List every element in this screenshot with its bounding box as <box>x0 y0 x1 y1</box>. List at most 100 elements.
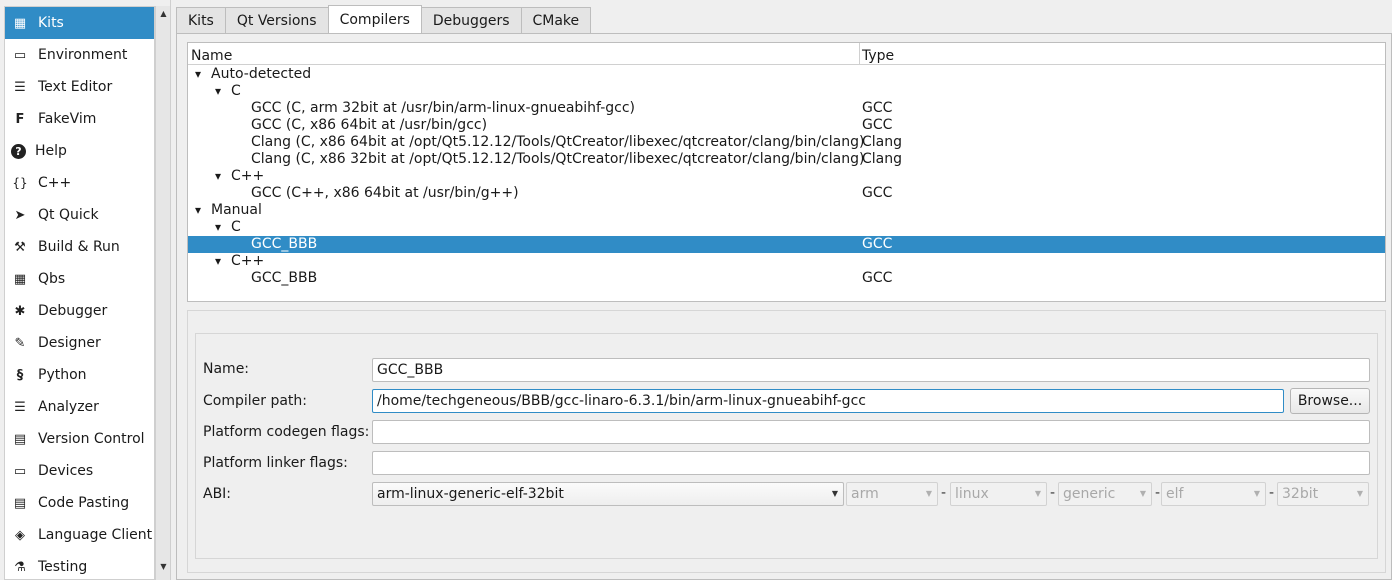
sidebar-item-designer[interactable]: ✎ Designer <box>5 327 154 359</box>
tree-row-name: GCC_BBB <box>251 236 318 252</box>
language-client-icon: ◈ <box>15 527 25 543</box>
tree-group-row[interactable]: ▾ C++ <box>188 253 1385 270</box>
help-icon: ? <box>11 143 26 159</box>
chevron-down-icon: ▼ <box>925 489 932 498</box>
tree-row-name: GCC (C, arm 32bit at /usr/bin/arm-linux-… <box>251 100 636 116</box>
tree-row-type: Clang <box>862 134 903 150</box>
sidebar-item-c[interactable]: {} C++ <box>5 167 154 199</box>
tree-group-row[interactable]: ▾ Auto-detected <box>188 66 1385 83</box>
tree-row-name: C++ <box>231 168 265 184</box>
tab-debuggers[interactable]: Debuggers <box>420 7 522 33</box>
tab-cmake[interactable]: CMake <box>520 7 592 33</box>
tree-row-name: GCC (C, x86 64bit at /usr/bin/gcc) <box>251 117 488 133</box>
flask-icon: ⚗ <box>14 559 26 575</box>
chevron-down-icon: ▼ <box>1139 489 1146 498</box>
sidebar-item-language-client[interactable]: ◈ Language Client <box>5 519 154 551</box>
tree-compiler-row[interactable]: GCC (C, x86 64bit at /usr/bin/gcc) GCC <box>188 117 1385 134</box>
sidebar-item-label: Qt Quick <box>38 207 99 223</box>
settings-category-list[interactable]: ▦ Kits ▭ Environment ☰ Text Editor F FakeVim? He… <box>4 6 155 580</box>
tree-group-row[interactable]: ▾ Manual <box>188 202 1385 219</box>
codegen-flags-label: Platform codegen flags: <box>203 424 370 440</box>
linker-flags-field[interactable] <box>372 451 1370 475</box>
scroll-up-icon[interactable]: ▲ <box>156 6 171 21</box>
tree-compiler-row[interactable]: GCC (C, arm 32bit at /usr/bin/arm-linux-… <box>188 100 1385 117</box>
linker-flags-label: Platform linker flags: <box>203 455 348 471</box>
codegen-flags-field[interactable] <box>372 420 1370 444</box>
tree-row-name: C <box>231 219 241 235</box>
tree-row-name: GCC_BBB <box>251 270 318 286</box>
abi-part-value: arm <box>851 486 879 502</box>
abi-combo[interactable]: arm-linux-generic-elf-32bit ▼ <box>372 482 844 506</box>
compilers-tree[interactable]: Name Type ▾ Auto-detected ▾ C GCC (C, arm 32… <box>187 42 1386 302</box>
browse-button[interactable]: Browse... <box>1290 388 1370 414</box>
tab-kits[interactable]: Kits <box>176 7 226 33</box>
tree-compiler-row[interactable]: GCC_BBB GCC <box>188 236 1385 253</box>
tree-compiler-row[interactable]: Clang (C, x86 32bit at /opt/Qt5.12.12/To… <box>188 151 1385 168</box>
sidebar-item-devices[interactable]: ▭ Devices <box>5 455 154 487</box>
sidebar-item-label: Python <box>38 367 87 383</box>
expand-arrow-icon[interactable]: ▾ <box>212 253 224 270</box>
sidebar-item-kits[interactable]: ▦ Kits <box>5 7 154 39</box>
expand-arrow-icon[interactable]: ▾ <box>192 66 204 83</box>
sidebar-item-fakevim[interactable]: F FakeVim <box>5 103 154 135</box>
version-control-icon: ▤ <box>13 431 27 447</box>
tree-row-type: GCC <box>862 270 893 286</box>
sidebar-item-build-run[interactable]: ⚒ Build & Run <box>5 231 154 263</box>
tab-qt-versions[interactable]: Qt Versions <box>224 7 329 33</box>
tree-compiler-row[interactable]: Clang (C, x86 64bit at /opt/Qt5.12.12/To… <box>188 134 1385 151</box>
sidebar-item-help[interactable]: ? Help <box>5 135 154 167</box>
sidebar-item-testing[interactable]: ⚗ Testing <box>5 551 154 579</box>
sidebar-item-label: Devices <box>38 463 94 479</box>
python-icon: § <box>16 367 24 383</box>
sidebar-item-label: Build & Run <box>38 239 120 255</box>
abi-part-combo-3[interactable]: elf ▼ <box>1161 482 1266 506</box>
abi-part-combo-4[interactable]: 32bit ▼ <box>1277 482 1369 506</box>
abi-separator: - <box>941 485 947 501</box>
sidebar-item-text-editor[interactable]: ☰ Text Editor <box>5 71 154 103</box>
tree-group-row[interactable]: ▾ C++ <box>188 168 1385 185</box>
expand-arrow-icon[interactable]: ▾ <box>192 202 204 219</box>
sidebar-item-analyzer[interactable]: ☰ Analyzer <box>5 391 154 423</box>
analyzer-icon: ☰ <box>14 399 26 415</box>
abi-part-combo-0[interactable]: arm ▼ <box>846 482 938 506</box>
sidebar-item-debugger[interactable]: ✱ Debugger <box>5 295 154 327</box>
chevron-down-icon: ▼ <box>831 489 838 498</box>
sidebar-item-label: Version Control <box>38 431 145 447</box>
column-header-type[interactable]: Type <box>859 43 894 65</box>
pencil-icon: ✎ <box>14 335 26 351</box>
sidebar-scrollbar[interactable]: ▲ ▼ <box>155 6 170 580</box>
chevron-down-icon: ▼ <box>1356 489 1363 498</box>
tree-row-name: Clang (C, x86 64bit at /opt/Qt5.12.12/To… <box>251 134 865 150</box>
sidebar-item-version-control[interactable]: ▤ Version Control <box>5 423 154 455</box>
column-header-name[interactable]: Name <box>188 43 232 65</box>
tree-row-type: Clang <box>862 151 903 167</box>
scroll-down-icon[interactable]: ▼ <box>156 559 171 574</box>
qt-quick-icon: ➤ <box>14 207 26 223</box>
expand-arrow-icon[interactable]: ▾ <box>212 168 224 185</box>
abi-part-combo-1[interactable]: linux ▼ <box>950 482 1047 506</box>
sidebar-item-label: Qbs <box>38 271 66 287</box>
abi-part-value: linux <box>955 486 989 502</box>
abi-label: ABI: <box>203 486 232 502</box>
sidebar-item-label: Designer <box>38 335 101 351</box>
sidebar-item-code-pasting[interactable]: ▤ Code Pasting <box>5 487 154 519</box>
sidebar-item-qbs[interactable]: ▦ Qbs <box>5 263 154 295</box>
name-field[interactable]: GCC_BBB <box>372 358 1370 382</box>
sidebar-item-qt-quick[interactable]: ➤ Qt Quick <box>5 199 154 231</box>
abi-separator: - <box>1050 485 1056 501</box>
tree-row-name: Manual <box>211 202 262 218</box>
tree-compiler-row[interactable]: GCC (C++, x86 64bit at /usr/bin/g++) GCC <box>188 185 1385 202</box>
expand-arrow-icon[interactable]: ▾ <box>212 219 224 236</box>
sidebar-item-python[interactable]: § Python <box>5 359 154 391</box>
compiler-path-field[interactable]: /home/techgeneous/BBB/gcc-linaro-6.3.1/b… <box>372 389 1284 413</box>
tree-group-row[interactable]: ▾ C <box>188 219 1385 236</box>
abi-part-combo-2[interactable]: generic ▼ <box>1058 482 1152 506</box>
tree-compiler-row[interactable]: GCC_BBB GCC <box>188 270 1385 287</box>
tree-group-row[interactable]: ▾ C <box>188 83 1385 100</box>
clipboard-icon: ▤ <box>13 495 27 511</box>
tree-row-name: Auto-detected <box>211 66 312 82</box>
tab-compilers[interactable]: Compilers <box>327 5 422 33</box>
expand-arrow-icon[interactable]: ▾ <box>212 83 224 100</box>
sidebar-item-environment[interactable]: ▭ Environment <box>5 39 154 71</box>
sidebar-item-label: Code Pasting <box>38 495 130 511</box>
